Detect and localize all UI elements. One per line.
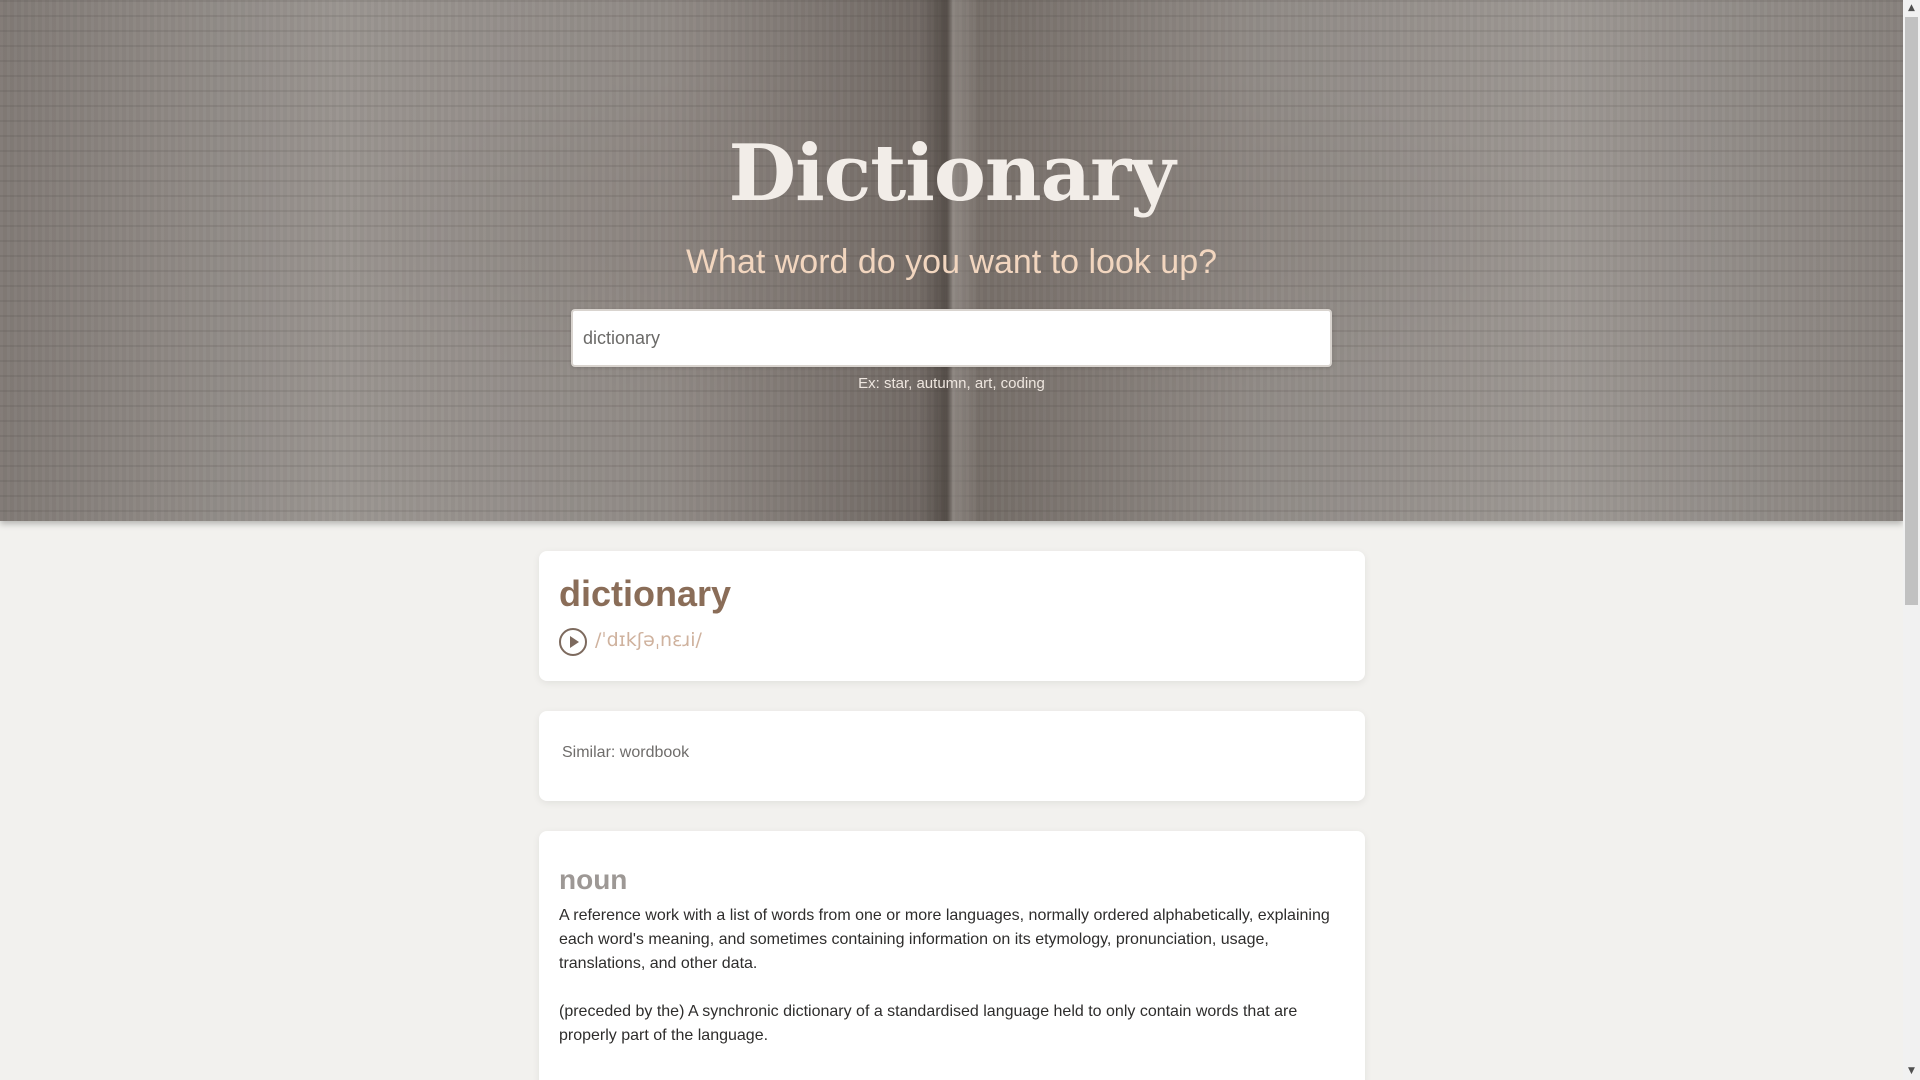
similar-card: Similar: wordbook <box>539 711 1365 801</box>
definition-item: (preceded by the) A synchronic dictionar… <box>559 1003 1298 1044</box>
search-prompt: What word do you want to look up? <box>685 243 1218 281</box>
play-triangle <box>570 636 579 648</box>
word-heading: dictionary <box>559 573 732 614</box>
word-card: dictionary /ˈdɪkʃəˌnɛɹi/ <box>539 551 1365 681</box>
vertical-scrollbar[interactable]: ▲ ▼ <box>1903 0 1920 1080</box>
scroll-down-icon[interactable]: ▼ <box>1903 1063 1920 1080</box>
definition-list: A reference work with a list of words fr… <box>559 904 1349 1072</box>
search-examples-hint: Ex: star, autumn, art, coding <box>858 375 1045 392</box>
phonetic-text: /ˈdɪkʃəˌnɛɹi/ <box>595 629 702 651</box>
app-title: Dictionary <box>728 128 1175 219</box>
definition-item: A reference work with a list of words fr… <box>559 907 1330 972</box>
search-input[interactable] <box>573 311 1330 365</box>
hero-banner: Dictionary What word do you want to look… <box>0 0 1903 521</box>
search-box[interactable] <box>571 309 1332 367</box>
similar-words: Similar: wordbook <box>562 744 690 761</box>
scrollbar-thumb[interactable] <box>1905 17 1918 605</box>
part-of-speech: noun <box>559 864 628 895</box>
scroll-up-icon[interactable]: ▲ <box>1903 0 1920 17</box>
page: Dictionary What word do you want to look… <box>0 0 1903 1080</box>
meaning-card: noun A reference work with a list of wor… <box>539 831 1365 1080</box>
play-circle-icon[interactable] <box>559 628 587 656</box>
